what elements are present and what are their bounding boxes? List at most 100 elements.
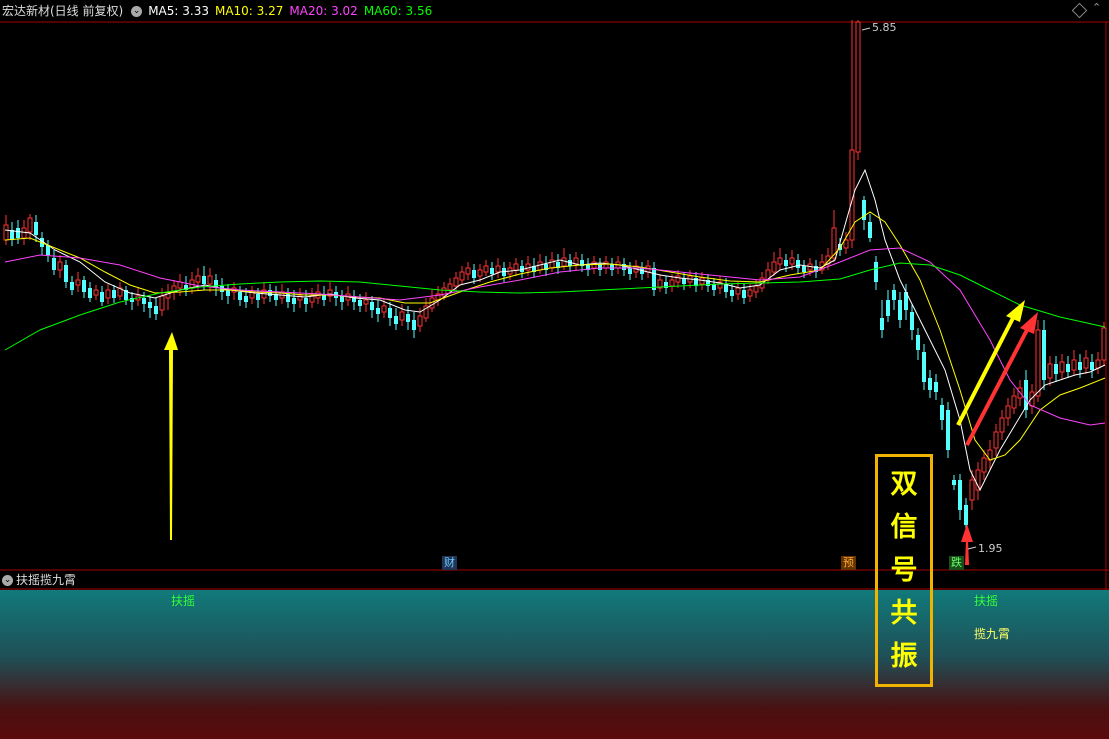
signal-label-lanjiuxiao: 揽九霄 bbox=[974, 627, 1011, 641]
ma60-label: MA60: 3.56 bbox=[363, 4, 433, 18]
candle-body bbox=[934, 382, 938, 392]
candle-body bbox=[802, 266, 806, 272]
candle-body bbox=[406, 314, 410, 322]
candle-body bbox=[483, 265, 489, 273]
candle-body bbox=[3, 224, 9, 241]
candle-body bbox=[195, 275, 201, 283]
candle-body bbox=[610, 264, 614, 270]
candle-body bbox=[855, 21, 861, 153]
candle-body bbox=[159, 295, 165, 311]
candle-body bbox=[1078, 362, 1082, 370]
candle-body bbox=[993, 431, 999, 449]
candle-body bbox=[304, 298, 308, 304]
candle-body bbox=[874, 262, 878, 282]
candle-body bbox=[57, 261, 63, 271]
candle-body bbox=[207, 275, 213, 285]
stock-title: 宏达新材(日线 前复权) bbox=[2, 4, 124, 18]
candle-body bbox=[459, 271, 465, 281]
candle-body bbox=[226, 290, 230, 296]
event-marker-yu[interactable]: 预 bbox=[841, 556, 856, 570]
candle-body bbox=[244, 296, 248, 302]
annotation-char: 信 bbox=[890, 511, 918, 543]
high-price-label: 5.85 bbox=[872, 21, 897, 34]
candle-body bbox=[64, 265, 68, 282]
candle-body bbox=[898, 300, 902, 320]
candle-body bbox=[981, 457, 987, 473]
candle-body bbox=[472, 270, 476, 278]
indicator-header: ⌄ 扶摇揽九霄 bbox=[0, 571, 1109, 590]
chevron-down-icon[interactable]: ⌄ bbox=[131, 6, 143, 17]
ma20-label: MA20: 3.02 bbox=[289, 4, 358, 18]
candle-body bbox=[34, 222, 38, 235]
candle-body bbox=[412, 320, 416, 330]
chevron-down-icon[interactable]: ⌄ bbox=[2, 575, 13, 586]
annotation-char: 双 bbox=[890, 468, 918, 500]
candle-body bbox=[93, 289, 99, 296]
candle-body bbox=[753, 285, 759, 293]
candle-body bbox=[969, 479, 975, 501]
candle-body bbox=[916, 335, 920, 350]
candle-body bbox=[52, 258, 56, 270]
candle-body bbox=[465, 267, 471, 275]
candle-body bbox=[910, 312, 914, 330]
candle-body bbox=[238, 292, 242, 300]
candle-body bbox=[652, 268, 656, 290]
candle-body bbox=[537, 261, 543, 271]
low-price-label: 1.95 bbox=[978, 542, 1003, 555]
candle-body bbox=[922, 352, 926, 382]
candle-body bbox=[946, 410, 950, 450]
candle-body bbox=[843, 239, 849, 249]
candle-body bbox=[735, 287, 741, 295]
candle-body bbox=[376, 308, 380, 314]
annotation-char: 号 bbox=[890, 554, 918, 586]
candle-body bbox=[142, 298, 146, 304]
chart-header: 宏达新材(日线 前复权) ⌄ MA5: 3.33 MA10: 3.27 MA20: 3.… bbox=[0, 0, 1109, 22]
candle-body bbox=[453, 277, 459, 287]
candle-body bbox=[363, 299, 369, 305]
candle-body bbox=[928, 378, 932, 390]
candle-body bbox=[495, 265, 501, 273]
candle-body bbox=[370, 302, 374, 310]
candle-body bbox=[309, 295, 315, 303]
candle-body bbox=[292, 298, 296, 304]
candle-body bbox=[88, 288, 92, 298]
candle-body bbox=[16, 228, 20, 238]
candle-body bbox=[27, 217, 33, 233]
collapse-icon[interactable]: ⌃ bbox=[1092, 2, 1102, 13]
candle-body bbox=[669, 279, 675, 287]
candle-body bbox=[868, 222, 872, 238]
candle-body bbox=[399, 311, 405, 321]
candle-body bbox=[525, 263, 531, 271]
candle-body bbox=[75, 279, 81, 286]
candle-body bbox=[1071, 359, 1077, 371]
candle-body bbox=[340, 296, 344, 302]
candle-body bbox=[796, 260, 800, 268]
event-marker-die[interactable]: 跌 bbox=[949, 556, 964, 570]
indicator-title: 扶摇揽九霄 bbox=[16, 573, 77, 587]
candle-body bbox=[381, 305, 387, 313]
candle-body bbox=[394, 316, 398, 324]
ma10-label: MA10: 3.27 bbox=[214, 4, 284, 18]
candle-body bbox=[477, 269, 483, 277]
candle-body bbox=[112, 290, 116, 298]
candle-body bbox=[573, 257, 579, 265]
candle-body bbox=[1047, 363, 1053, 379]
candle-body bbox=[784, 260, 788, 266]
candle-body bbox=[789, 257, 795, 265]
candle-body bbox=[999, 417, 1005, 433]
candle-body bbox=[1083, 357, 1089, 369]
candle-body bbox=[1054, 364, 1058, 374]
candle-body bbox=[1042, 330, 1046, 380]
candle-body bbox=[675, 275, 681, 283]
candle-body bbox=[417, 315, 423, 327]
candle-body bbox=[21, 227, 27, 239]
candle-body bbox=[256, 294, 260, 300]
candle-body bbox=[742, 290, 746, 298]
candle-body bbox=[1066, 364, 1070, 372]
double-signal-annotation: 双 信 号 共 振 bbox=[875, 454, 933, 687]
candle-body bbox=[880, 318, 884, 330]
candle-body bbox=[598, 264, 602, 270]
candle-body bbox=[177, 281, 183, 289]
candle-body bbox=[1035, 329, 1041, 397]
event-marker-cai[interactable]: 财 bbox=[442, 556, 457, 570]
